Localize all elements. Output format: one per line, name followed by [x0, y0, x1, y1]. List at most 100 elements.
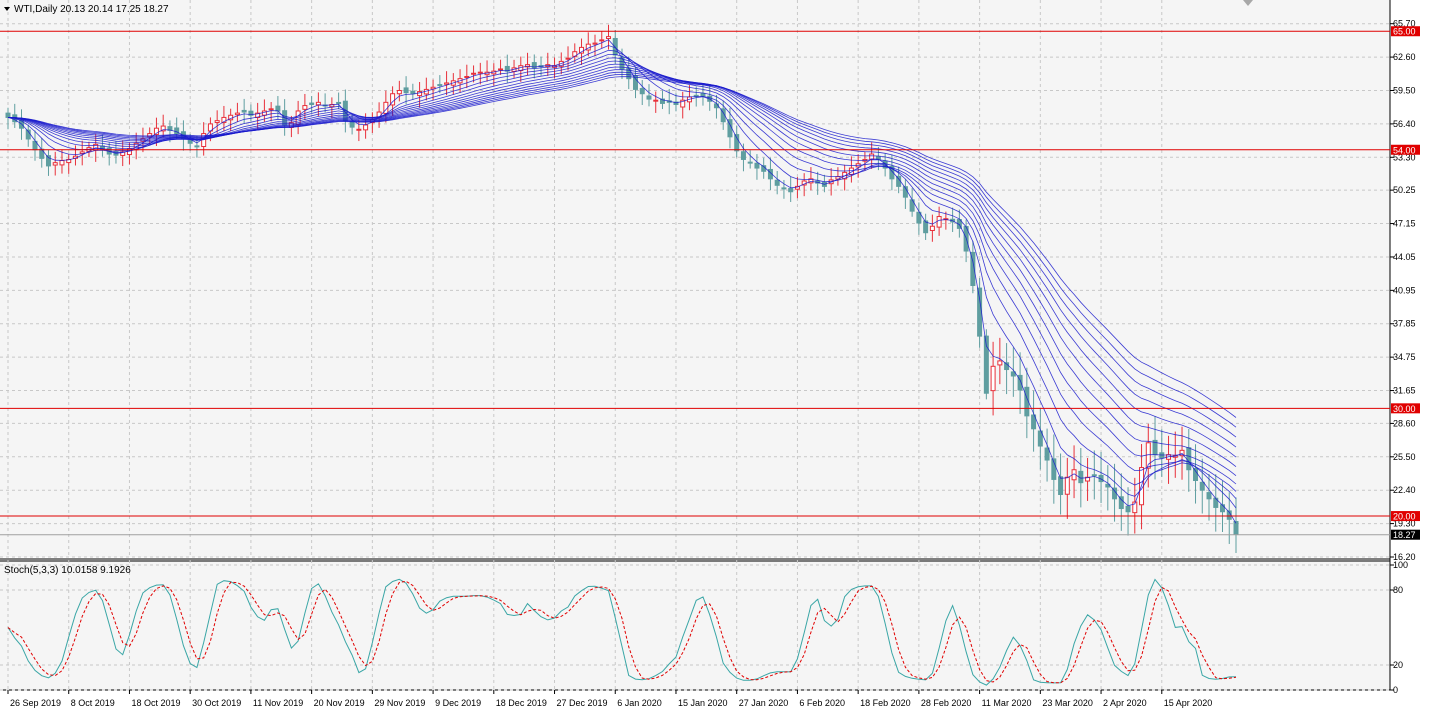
date-tick-label: 27 Dec 2019 [557, 698, 608, 708]
candle-body [929, 225, 935, 231]
date-tick-label: 9 Dec 2019 [435, 698, 481, 708]
candle-body [477, 71, 483, 74]
candle-body [302, 105, 308, 110]
candle-body [606, 36, 612, 39]
stoch-panel-background [0, 560, 1390, 690]
candle-body [410, 90, 416, 95]
price-level-label: 20.00 [1393, 512, 1416, 522]
date-tick-label: 6 Jan 2020 [617, 698, 662, 708]
date-tick-label: 11 Nov 2019 [253, 698, 303, 708]
date-tick-label: 2 Apr 2020 [1103, 698, 1147, 708]
candle-body [59, 160, 65, 166]
stoch-tick-label: 100 [1393, 560, 1408, 570]
candle-body [1058, 476, 1064, 496]
candle-body [396, 89, 402, 95]
date-tick-label: 29 Nov 2019 [374, 698, 425, 708]
price-tick-label: 28.60 [1393, 418, 1416, 428]
stoch-tick-label: 20 [1393, 660, 1403, 670]
candle-body [1220, 504, 1226, 513]
chart-header-label: WTI,Daily 20.13 20.14 17.25 18.27 [14, 4, 169, 15]
price-level-label: 65.00 [1393, 27, 1416, 37]
candle-body [774, 179, 780, 186]
price-tick-label: 50.25 [1393, 185, 1416, 195]
date-tick-label: 18 Dec 2019 [496, 698, 547, 708]
candle-body [936, 216, 942, 228]
candle-body [241, 109, 247, 113]
candle-body [464, 75, 470, 79]
date-tick-label: 26 Sep 2019 [10, 698, 61, 708]
candle-body [5, 112, 11, 118]
date-tick-label: 30 Oct 2019 [192, 698, 241, 708]
candle-body [700, 92, 706, 97]
candle-body [781, 187, 787, 190]
chart-svg: 65.7062.6059.5056.4053.3050.2547.1544.05… [0, 0, 1432, 715]
date-tick-label: 15 Apr 2020 [1164, 698, 1213, 708]
date-tick-label: 27 Jan 2020 [739, 698, 789, 708]
candle-body [1064, 476, 1070, 495]
candle-body [349, 121, 355, 128]
candle-body [444, 82, 450, 85]
candle-body [565, 57, 571, 60]
candle-body [1044, 447, 1050, 461]
date-tick-label: 23 Mar 2020 [1042, 698, 1093, 708]
candle-body [639, 88, 645, 95]
candle-body [740, 151, 746, 160]
candle-body [754, 162, 760, 169]
price-tick-label: 25.50 [1393, 452, 1416, 462]
date-tick-label: 18 Feb 2020 [860, 698, 911, 708]
candle-body [363, 124, 369, 131]
price-tick-label: 37.85 [1393, 319, 1416, 329]
candle-body [1193, 467, 1199, 482]
candle-body [437, 84, 443, 87]
candle-body [1206, 492, 1212, 500]
stoch-header-label: Stoch(5,3,3) 10.0158 9.1926 [4, 565, 131, 576]
price-tick-label: 31.65 [1393, 386, 1416, 396]
candle-body [977, 287, 983, 337]
candle-body [309, 102, 315, 105]
candle-body [52, 162, 58, 166]
price-tick-label: 47.15 [1393, 219, 1416, 229]
date-tick-label: 8 Oct 2019 [71, 698, 115, 708]
date-tick-label: 15 Jan 2020 [678, 698, 728, 708]
date-tick-label: 6 Feb 2020 [799, 698, 845, 708]
candle-body [592, 42, 598, 45]
candle-body [997, 360, 1003, 366]
candle-body [498, 68, 504, 71]
price-tick-label: 56.40 [1393, 119, 1416, 129]
candle-body [653, 99, 659, 102]
candle-body [268, 108, 274, 111]
price-tick-label: 34.75 [1393, 352, 1416, 362]
stoch-tick-label: 80 [1393, 585, 1403, 595]
candle-body [214, 120, 220, 124]
candle-body [234, 112, 240, 116]
candle-body [1199, 481, 1205, 491]
chart-window[interactable]: 65.70 62.60 59.50 56.40 53.30 50.25 47.15 44.05… [0, 0, 1432, 715]
candle-body [403, 87, 409, 94]
candle-body [646, 95, 652, 100]
candle-body [356, 128, 362, 131]
candle-body [187, 139, 193, 144]
date-tick-label: 28 Feb 2020 [921, 698, 972, 708]
candle-body [39, 148, 45, 159]
candle-body [869, 153, 875, 160]
candle-body [1091, 474, 1097, 477]
candle-body [632, 75, 638, 90]
price-level-label: 30.00 [1393, 404, 1416, 414]
candle-body [275, 105, 281, 112]
price-tick-label: 40.95 [1393, 285, 1416, 295]
candle-body [315, 101, 321, 106]
price-tick-label: 62.60 [1393, 52, 1416, 62]
candle-body [147, 133, 153, 138]
current-price-label: 18.27 [1393, 530, 1416, 540]
candle-body [788, 188, 794, 193]
candle-body [1125, 505, 1131, 513]
candle-body [1233, 521, 1239, 535]
price-tick-label: 59.50 [1393, 85, 1416, 95]
candle-body [990, 365, 996, 392]
candle-body [599, 39, 605, 42]
price-tick-label: 44.05 [1393, 252, 1416, 262]
price-tick-label: 22.40 [1393, 485, 1416, 495]
date-tick-label: 20 Nov 2019 [314, 698, 365, 708]
candle-body [336, 101, 342, 104]
candle-body [1186, 447, 1192, 471]
